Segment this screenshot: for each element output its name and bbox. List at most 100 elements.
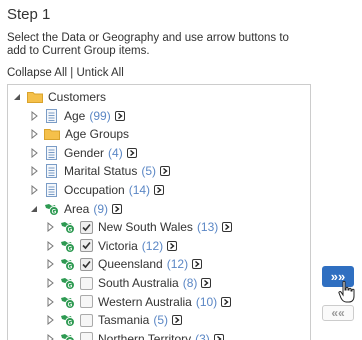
geography-icon: G bbox=[61, 315, 75, 328]
tree-node-area-child[interactable]: GNorthern Territory(3) bbox=[45, 330, 224, 340]
geography-icon: G bbox=[61, 240, 75, 253]
checkbox[interactable] bbox=[80, 257, 93, 271]
folder-icon bbox=[44, 129, 60, 141]
category-tree: Customers Age (99) Age Groups Gender (4) Marit… bbox=[7, 84, 311, 340]
checkbox[interactable] bbox=[80, 220, 93, 234]
svg-text:G: G bbox=[52, 209, 57, 215]
expand-toggle-icon[interactable] bbox=[29, 165, 39, 177]
item-count: (12) bbox=[141, 238, 164, 253]
expand-toggle-icon[interactable] bbox=[45, 258, 55, 270]
geography-icon: G bbox=[61, 278, 75, 290]
tree-node-area-child[interactable]: G Tasmania (5) bbox=[45, 311, 183, 329]
add-arrow-icon[interactable] bbox=[221, 296, 232, 307]
tree-node-area-child[interactable]: G New South Wales (13) bbox=[45, 218, 233, 236]
hand-cursor-icon bbox=[338, 280, 355, 303]
tree-node-label: Marital Status bbox=[64, 164, 138, 179]
expand-toggle-icon[interactable] bbox=[45, 221, 55, 233]
svg-text:G: G bbox=[68, 246, 73, 252]
checkbox[interactable] bbox=[80, 313, 93, 327]
tree-actions: Collapse All | Untick All bbox=[7, 67, 124, 79]
svg-text:G: G bbox=[68, 284, 73, 290]
link-separator: | bbox=[70, 67, 74, 79]
geography-icon: G bbox=[61, 296, 75, 309]
expand-toggle-icon[interactable] bbox=[45, 240, 55, 252]
expand-toggle-icon[interactable] bbox=[29, 184, 39, 196]
tree-node-label: Tasmania bbox=[98, 313, 150, 328]
svg-text:G: G bbox=[68, 302, 73, 308]
tree-node-area-child[interactable]: G South Australia (8) bbox=[45, 274, 212, 292]
item-count: (4) bbox=[108, 145, 123, 160]
add-arrow-icon[interactable] bbox=[213, 333, 224, 340]
geography-icon: G bbox=[45, 203, 59, 216]
tree-node-label: Victoria bbox=[98, 238, 138, 253]
folder-icon bbox=[27, 92, 43, 103]
geography-icon: G bbox=[61, 259, 75, 272]
tree-node-label: Occupation bbox=[64, 183, 125, 197]
add-arrow-icon[interactable] bbox=[114, 110, 125, 121]
document-icon bbox=[46, 183, 57, 197]
expand-toggle-icon[interactable] bbox=[29, 147, 39, 159]
expand-toggle-icon[interactable] bbox=[29, 110, 39, 122]
tree-node-area-child[interactable]: G Victoria (12) bbox=[45, 237, 178, 255]
tree-node-label: Customers bbox=[48, 90, 107, 104]
tree-node-area-child[interactable]: G Western Australia (10) bbox=[45, 293, 232, 311]
add-arrow-icon[interactable] bbox=[154, 185, 165, 195]
item-count: (13) bbox=[196, 220, 219, 235]
item-count: (12) bbox=[166, 257, 189, 272]
expand-toggle-icon[interactable] bbox=[29, 128, 39, 140]
tree-node-label: Age bbox=[64, 108, 86, 123]
svg-text:G: G bbox=[68, 265, 73, 271]
collapse-all-link[interactable]: Collapse All bbox=[7, 67, 67, 79]
remove-from-group-button[interactable]: «« bbox=[322, 305, 354, 321]
item-count: (99) bbox=[89, 108, 111, 123]
tree-node-label: Western Australia bbox=[98, 294, 192, 309]
tree-node[interactable]: Occupation (14) bbox=[29, 181, 165, 199]
checkbox[interactable] bbox=[80, 276, 93, 290]
tree-node-label: Queensland bbox=[98, 257, 163, 272]
add-arrow-icon[interactable] bbox=[222, 222, 233, 233]
tree-node-label: Gender bbox=[64, 145, 105, 160]
tree-node-label: Age Groups bbox=[65, 127, 130, 142]
item-count: (8) bbox=[182, 276, 198, 290]
collapse-toggle-icon[interactable] bbox=[12, 91, 22, 103]
add-arrow-icon[interactable] bbox=[192, 259, 203, 270]
item-count: (9) bbox=[93, 201, 109, 216]
add-arrow-icon[interactable] bbox=[172, 315, 183, 326]
document-icon bbox=[46, 164, 57, 179]
step-title: Step 1 bbox=[7, 6, 51, 23]
item-count: (5) bbox=[153, 313, 169, 328]
add-arrow-icon[interactable] bbox=[112, 203, 123, 214]
add-arrow-icon[interactable] bbox=[160, 166, 171, 177]
tree-node[interactable]: Gender (4) bbox=[29, 144, 137, 162]
tree-node-label: New South Wales bbox=[98, 220, 193, 235]
add-arrow-icon[interactable] bbox=[201, 278, 212, 288]
untick-all-link[interactable]: Untick All bbox=[77, 67, 124, 79]
checkbox[interactable] bbox=[80, 295, 93, 309]
svg-text:G: G bbox=[68, 321, 73, 327]
add-arrow-icon[interactable] bbox=[167, 240, 178, 251]
tree-node[interactable]: Age Groups bbox=[29, 125, 129, 143]
expand-toggle-icon[interactable] bbox=[45, 296, 55, 308]
tree-node[interactable]: Age (99) bbox=[29, 107, 125, 125]
tree-node-area-child[interactable]: G Queensland (12) bbox=[45, 255, 203, 273]
geography-icon: G bbox=[61, 222, 75, 235]
collapse-toggle-icon[interactable] bbox=[29, 203, 39, 215]
item-count: (14) bbox=[128, 183, 151, 197]
document-icon bbox=[46, 145, 57, 160]
document-icon bbox=[46, 108, 57, 123]
tree-node[interactable]: G Area (9) bbox=[29, 200, 123, 218]
checkbox[interactable] bbox=[80, 239, 93, 253]
item-count: (5) bbox=[141, 164, 157, 179]
check-icon bbox=[82, 260, 91, 269]
tree-node-label: South Australia bbox=[98, 276, 179, 290]
check-icon bbox=[82, 242, 91, 250]
tree-node-label: Area bbox=[64, 201, 90, 216]
check-icon bbox=[82, 223, 91, 231]
expand-toggle-icon[interactable] bbox=[45, 314, 55, 326]
instructions-text: Select the Data or Geography and use arr… bbox=[7, 32, 289, 57]
expand-toggle-icon[interactable] bbox=[45, 277, 55, 289]
tree-node[interactable]: Marital Status (5) bbox=[29, 162, 171, 180]
tree-node-customers[interactable]: Customers bbox=[12, 88, 106, 106]
item-count: (10) bbox=[195, 294, 218, 309]
add-arrow-icon[interactable] bbox=[126, 147, 137, 158]
